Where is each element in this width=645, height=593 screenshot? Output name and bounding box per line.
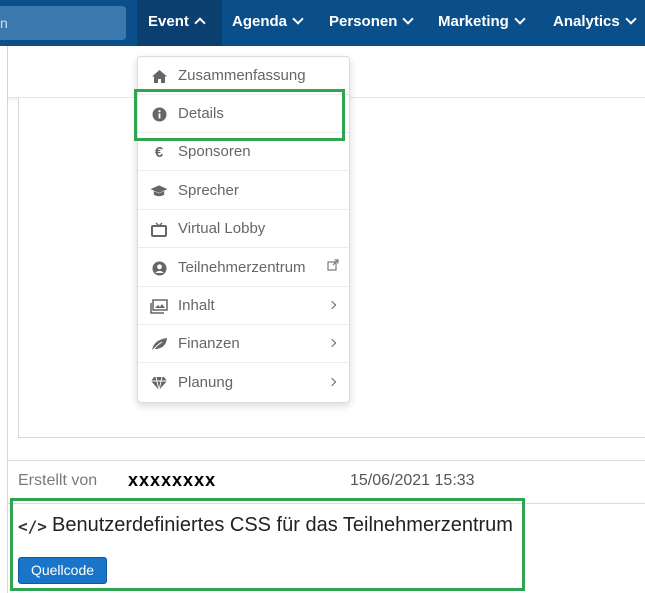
external-link-icon <box>327 259 339 274</box>
details-highlight-box <box>134 89 345 141</box>
nav-marketing[interactable]: Marketing <box>438 0 526 46</box>
euro-icon: € <box>154 143 164 161</box>
search-input[interactable]: n <box>0 6 126 40</box>
menu-item-sprecher[interactable]: Sprecher <box>138 172 349 210</box>
user-circle-icon <box>150 259 168 277</box>
diamond-icon <box>150 374 168 392</box>
chevron-down-icon <box>402 13 415 25</box>
nav-agenda[interactable]: Agenda <box>232 0 304 46</box>
graduation-cap-icon <box>150 182 168 200</box>
menu-item-label: Sprecher <box>178 182 239 199</box>
home-icon <box>150 67 168 85</box>
chevron-up-icon <box>194 17 206 29</box>
menu-item-label: Zusammenfassung <box>178 67 306 84</box>
menu-item-label: Virtual Lobby <box>178 220 266 237</box>
menu-item-teilnehmerzentrum[interactable]: Teilnehmerzentrum <box>138 249 349 287</box>
nav-marketing-label: Marketing <box>438 13 509 30</box>
menu-item-inhalt[interactable]: Inhalt <box>138 287 349 325</box>
divider <box>8 460 645 461</box>
nav-analytics[interactable]: Analytics <box>553 0 637 46</box>
menu-item-label: Planung <box>178 374 234 391</box>
chevron-down-icon <box>514 13 526 25</box>
nav-personen-label: Personen <box>329 13 398 30</box>
leaf-icon <box>150 335 168 353</box>
nav-event[interactable]: Event <box>137 0 222 46</box>
chevron-right-icon <box>327 300 337 310</box>
created-by-name: xxxxxxxx <box>128 470 217 490</box>
menu-item-finanzen[interactable]: Finanzen <box>138 325 349 363</box>
top-navbar: n Event Agenda Personen Marketing Analyt… <box>0 0 645 46</box>
chevron-right-icon <box>327 338 337 348</box>
menu-item-label: Inhalt <box>178 297 215 314</box>
tv-icon <box>150 220 168 238</box>
chevron-right-icon <box>327 377 337 387</box>
chevron-down-icon <box>292 13 304 25</box>
nav-analytics-label: Analytics <box>553 13 620 30</box>
images-icon <box>150 297 168 315</box>
page-left-border <box>7 46 8 593</box>
nav-agenda-label: Agenda <box>232 13 288 30</box>
menu-item-label: Finanzen <box>178 335 240 352</box>
created-by-label: Erstellt von <box>18 472 98 489</box>
menu-item-label: Teilnehmerzentrum <box>178 259 306 276</box>
menu-item-label: Sponsoren <box>178 143 251 160</box>
nav-event-label: Event <box>148 13 189 30</box>
nav-personen[interactable]: Personen <box>329 0 415 46</box>
custom-css-highlight-box <box>10 498 525 591</box>
chevron-down-icon <box>625 13 637 25</box>
menu-item-planung[interactable]: Planung <box>138 364 349 402</box>
menu-item-virtual-lobby[interactable]: Virtual Lobby <box>138 210 349 248</box>
created-date: 15/06/2021 15:33 <box>350 472 475 489</box>
